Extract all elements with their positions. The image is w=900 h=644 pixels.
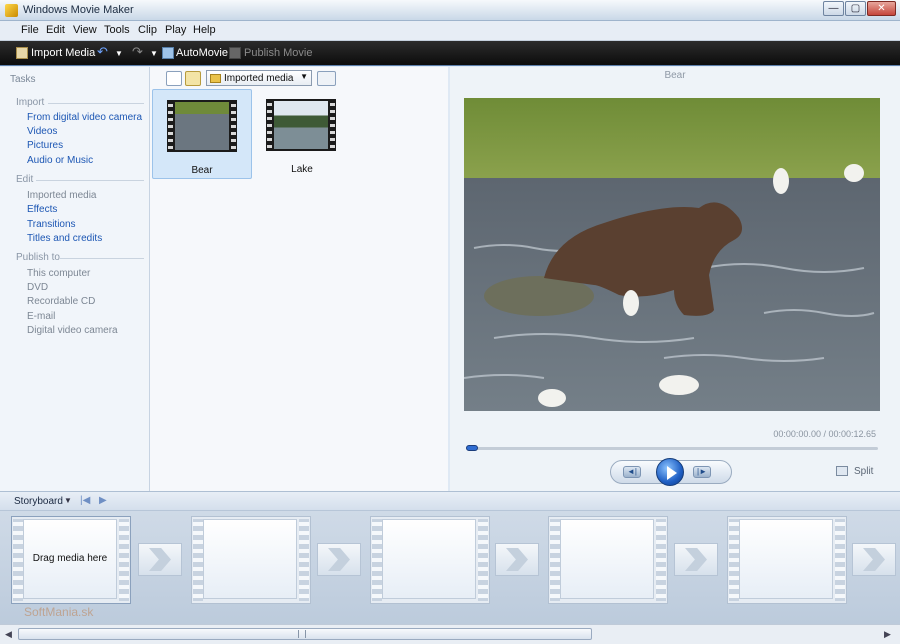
previous-frame-button[interactable]: ◄| xyxy=(623,466,641,478)
import-media-icon xyxy=(16,47,28,59)
section-divider xyxy=(48,103,144,104)
next-frame-button[interactable]: |► xyxy=(693,466,711,478)
task-pictures[interactable]: Pictures xyxy=(27,140,63,151)
toolbar: Import Media ↶ ▼ ↷ ▼ AutoMovie Publish M… xyxy=(0,41,900,66)
app-icon xyxy=(5,4,18,17)
publish-section-label: Publish to xyxy=(16,252,60,263)
transition-slot[interactable] xyxy=(495,543,539,576)
section-divider xyxy=(36,180,144,181)
transition-slot[interactable] xyxy=(317,543,361,576)
redo-icon[interactable]: ↷ xyxy=(132,44,143,60)
collection-dropdown-value: Imported media xyxy=(224,73,294,84)
drag-media-hint: Drag media here xyxy=(32,553,108,564)
scroll-left-icon[interactable]: ◀ xyxy=(5,629,12,640)
video-frame xyxy=(464,98,880,411)
play-storyboard-icon[interactable]: ▶ xyxy=(99,495,107,506)
task-effects[interactable]: Effects xyxy=(27,204,57,215)
task-digital-video-camera[interactable]: Digital video camera xyxy=(27,325,118,336)
transition-slot[interactable] xyxy=(674,543,718,576)
preview-screen[interactable] xyxy=(464,98,880,411)
tasks-header: Tasks xyxy=(10,74,36,85)
undo-dropdown-icon[interactable]: ▼ xyxy=(115,49,123,58)
menu-clip[interactable]: Clip xyxy=(138,24,157,36)
media-pane: Imported media ▼ Bear Lake xyxy=(150,67,448,491)
grip-icon xyxy=(298,630,306,638)
task-dvd[interactable]: DVD xyxy=(27,282,48,293)
media-item-label: Bear xyxy=(191,165,213,176)
menu-edit[interactable]: Edit xyxy=(46,24,65,36)
storyboard-slot[interactable] xyxy=(548,516,668,604)
collection-dropdown[interactable]: Imported media ▼ xyxy=(206,70,312,86)
menu-bar: File Edit View Tools Clip Play Help xyxy=(0,21,900,41)
tasks-pane: Tasks Import From digital video camera V… xyxy=(0,67,150,491)
media-item-lake[interactable]: Lake xyxy=(252,89,352,179)
import-section-label: Import xyxy=(16,97,45,108)
menu-play[interactable]: Play xyxy=(165,24,186,36)
section-divider xyxy=(60,258,144,259)
seek-handle[interactable] xyxy=(466,445,478,451)
task-transitions[interactable]: Transitions xyxy=(27,219,76,230)
scroll-right-icon[interactable]: ▶ xyxy=(884,629,891,640)
storyboard-slot[interactable]: Drag media here xyxy=(11,516,131,604)
folder-icon xyxy=(210,74,221,83)
automovie-button[interactable]: AutoMovie xyxy=(176,47,228,59)
seek-bar[interactable] xyxy=(466,447,878,450)
close-button[interactable]: ✕ xyxy=(867,1,896,16)
task-videos[interactable]: Videos xyxy=(27,126,57,137)
timecode: 00:00:00.00 / 00:00:12.65 xyxy=(773,429,876,439)
rewind-storyboard-icon[interactable]: |◀ xyxy=(80,495,90,506)
menu-help[interactable]: Help xyxy=(193,24,216,36)
storyboard: Drag media here SoftMania.sk xyxy=(0,511,900,624)
menu-view[interactable]: View xyxy=(73,24,97,36)
split-button[interactable]: Split xyxy=(854,466,873,477)
minimize-button[interactable]: — xyxy=(823,1,844,16)
play-button[interactable] xyxy=(656,458,684,486)
automovie-icon xyxy=(162,47,174,59)
video-thumbnail xyxy=(266,99,336,151)
storyboard-slot[interactable] xyxy=(191,516,311,604)
task-this-computer[interactable]: This computer xyxy=(27,268,90,279)
task-imported-media[interactable]: Imported media xyxy=(27,190,96,201)
video-thumbnail xyxy=(167,100,237,152)
chevron-down-icon: ▼ xyxy=(300,72,308,81)
storyboard-slot[interactable] xyxy=(370,516,490,604)
task-audio-or-music[interactable]: Audio or Music xyxy=(27,155,93,166)
publish-movie-icon xyxy=(229,47,241,59)
task-from-digital-video-camera[interactable]: From digital video camera xyxy=(27,112,142,123)
collections-icon[interactable] xyxy=(185,71,201,86)
redo-dropdown-icon[interactable]: ▼ xyxy=(150,49,158,58)
storyboard-scrollbar[interactable]: ◀ ▶ xyxy=(0,624,900,644)
media-item-bear[interactable]: Bear xyxy=(152,89,252,179)
preview-pane: Bear 00:00:00.00 / 00:00:12.65 ◄| |► Spl… xyxy=(450,67,900,491)
transition-slot[interactable] xyxy=(138,543,182,576)
storyboard-slot[interactable] xyxy=(727,516,847,604)
task-recordable-cd[interactable]: Recordable CD xyxy=(27,296,95,307)
split-icon xyxy=(836,466,848,476)
edit-section-label: Edit xyxy=(16,174,34,185)
task-titles-and-credits[interactable]: Titles and credits xyxy=(27,233,102,244)
tasks-pane-toggle-icon[interactable] xyxy=(166,71,182,86)
import-media-button[interactable]: Import Media xyxy=(31,47,95,59)
title-bar: Windows Movie Maker — ▢ ✕ xyxy=(0,0,900,21)
undo-icon[interactable]: ↶ xyxy=(97,44,108,60)
menu-file[interactable]: File xyxy=(21,24,39,36)
task-e-mail[interactable]: E-mail xyxy=(27,311,55,322)
publish-movie-button[interactable]: Publish Movie xyxy=(244,47,312,59)
menu-tools[interactable]: Tools xyxy=(104,24,130,36)
preview-title: Bear xyxy=(664,70,686,81)
maximize-button[interactable]: ▢ xyxy=(845,1,866,16)
view-options-icon[interactable] xyxy=(317,71,336,86)
window-title: Windows Movie Maker xyxy=(23,4,134,16)
storyboard-dropdown[interactable]: Storyboard xyxy=(14,496,63,507)
transition-slot[interactable] xyxy=(852,543,896,576)
chevron-down-icon[interactable]: ▼ xyxy=(64,496,72,505)
media-item-label: Lake xyxy=(291,164,313,175)
storyboard-bar: Storyboard ▼ |◀ ▶ xyxy=(0,491,900,511)
watermark: SoftMania.sk xyxy=(24,605,94,619)
